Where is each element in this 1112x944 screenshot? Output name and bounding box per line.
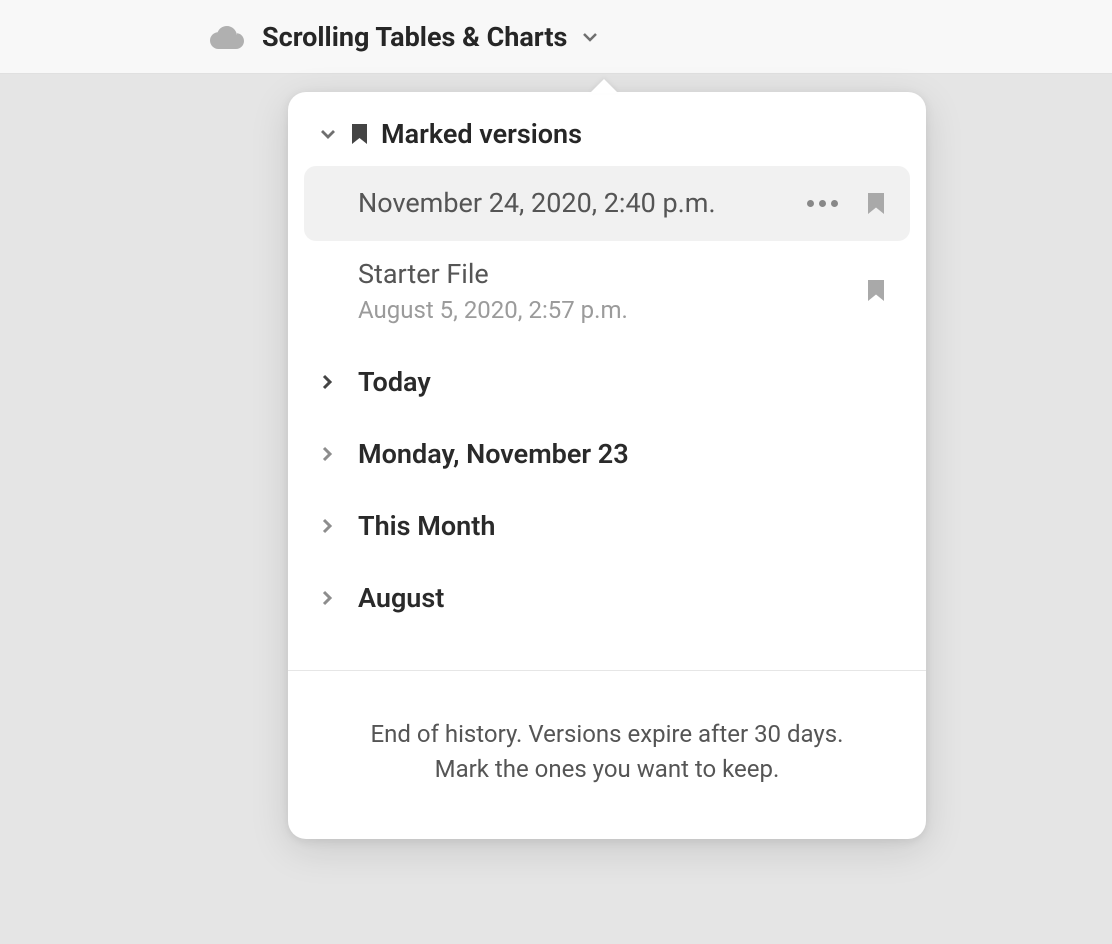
version-group-this-month[interactable]: This Month xyxy=(304,490,910,562)
cloud-icon xyxy=(210,25,244,49)
version-name: Starter File xyxy=(358,257,868,292)
group-label: Monday, November 23 xyxy=(358,438,629,470)
section-title: Marked versions xyxy=(381,118,582,150)
version-timestamp: November 24, 2020, 2:40 p.m. xyxy=(358,186,807,221)
chevron-down-icon xyxy=(318,124,338,144)
chevron-right-icon xyxy=(318,373,336,391)
popover-body: Marked versions November 24, 2020, 2:40 … xyxy=(288,92,926,634)
document-title[interactable]: Scrolling Tables & Charts xyxy=(262,21,567,53)
version-row[interactable]: November 24, 2020, 2:40 p.m. xyxy=(304,166,910,241)
version-row[interactable]: Starter File August 5, 2020, 2:57 p.m. xyxy=(304,241,910,346)
background-area: Marked versions November 24, 2020, 2:40 … xyxy=(0,74,1112,944)
chevron-right-icon xyxy=(318,445,336,463)
bookmark-icon xyxy=(352,124,367,144)
bookmark-icon[interactable] xyxy=(868,193,884,214)
popover-arrow xyxy=(590,79,618,93)
group-label: August xyxy=(358,582,444,614)
marked-versions-header[interactable]: Marked versions xyxy=(304,118,910,166)
version-history-popover: Marked versions November 24, 2020, 2:40 … xyxy=(288,92,926,839)
group-label: This Month xyxy=(358,510,495,542)
version-group-august[interactable]: August xyxy=(304,562,910,634)
version-timestamp: August 5, 2020, 2:57 p.m. xyxy=(358,296,868,324)
footer-message: End of history. Versions expire after 30… xyxy=(288,671,926,839)
version-group-today[interactable]: Today xyxy=(304,346,910,418)
version-text: Starter File August 5, 2020, 2:57 p.m. xyxy=(358,257,868,324)
chevron-right-icon xyxy=(318,589,336,607)
chevron-down-icon[interactable] xyxy=(581,28,599,46)
chevron-right-icon xyxy=(318,517,336,535)
more-options-button[interactable] xyxy=(807,200,838,207)
version-group-date[interactable]: Monday, November 23 xyxy=(304,418,910,490)
group-label: Today xyxy=(358,366,431,398)
top-bar: Scrolling Tables & Charts xyxy=(0,0,1112,74)
bookmark-icon[interactable] xyxy=(868,280,884,301)
version-text: November 24, 2020, 2:40 p.m. xyxy=(358,186,807,221)
